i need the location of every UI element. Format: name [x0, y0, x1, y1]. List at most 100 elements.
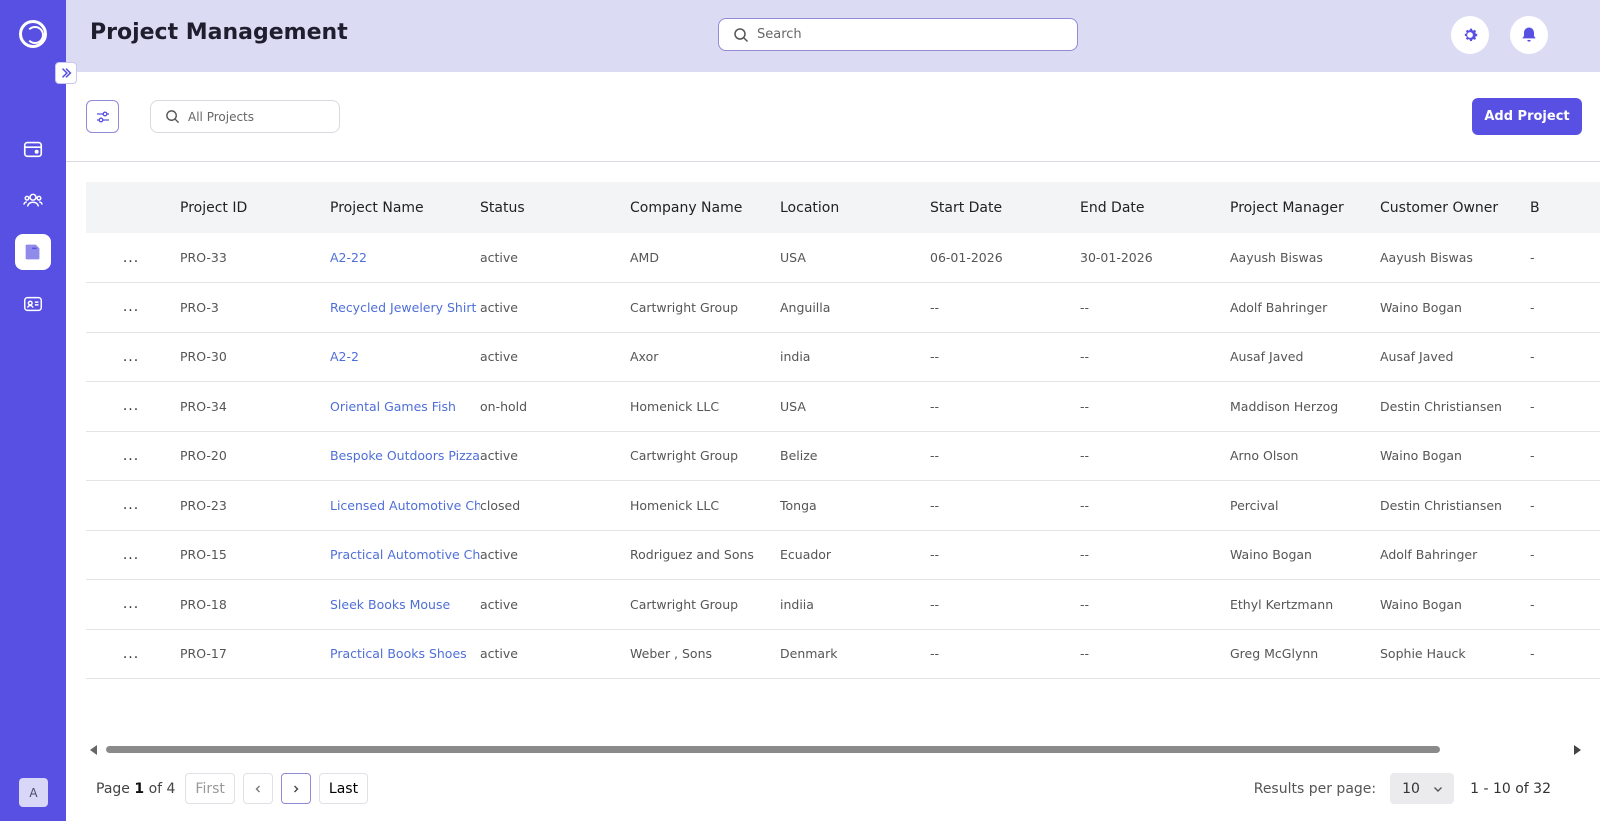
first-page-button[interactable]: First — [185, 773, 235, 804]
table-row: ... PRO-20 Bespoke Outdoors Pizza active Car… — [86, 431, 1600, 481]
projects-search[interactable] — [150, 100, 340, 133]
table-cell: -- — [1080, 480, 1230, 531]
filter-button[interactable] — [86, 100, 119, 133]
table-cell: PRO-3 — [180, 282, 330, 333]
column-header[interactable]: Status — [480, 182, 630, 233]
settings-button[interactable] — [1451, 16, 1489, 54]
user-avatar[interactable]: A — [19, 778, 48, 807]
table-cell: Belize — [780, 431, 930, 481]
column-header[interactable]: Company Name — [630, 182, 780, 233]
horizontal-scrollbar[interactable] — [86, 743, 1600, 757]
scroll-left-arrow-icon[interactable] — [90, 745, 97, 755]
more-actions-icon[interactable]: ... — [86, 448, 180, 464]
table-cell: -- — [930, 480, 1080, 531]
calendar-wallet-icon — [23, 141, 43, 158]
results-per-page-select[interactable]: 10 — [1390, 773, 1455, 804]
table-cell: Cartwright Group — [630, 431, 780, 481]
project-name-link[interactable]: Sleek Books Mouse — [330, 579, 480, 630]
more-actions-icon[interactable]: ... — [86, 250, 180, 266]
table-cell: Destin Christiansen — [1380, 381, 1530, 432]
more-actions-icon[interactable]: ... — [86, 547, 180, 563]
project-name-link[interactable]: Practical Books Shoes — [330, 629, 480, 679]
column-header[interactable]: Project ID — [180, 182, 330, 233]
sidebar-collapse-toggle[interactable] — [55, 62, 77, 84]
table-cell: PRO-25 — [180, 678, 330, 682]
table-cell: - — [1530, 431, 1600, 481]
table-cell: Tonga — [780, 480, 930, 531]
table-cell: Waino Bogan — [1380, 282, 1530, 333]
table-cell: -- — [930, 579, 1080, 630]
last-page-button[interactable]: Last — [318, 773, 369, 804]
table-cell: india — [780, 332, 930, 382]
row-actions-cell: ... — [86, 678, 180, 682]
project-name-link[interactable]: Bespoke Outdoors Pizza — [330, 431, 480, 481]
table-cell: PRO-20 — [180, 431, 330, 481]
project-name-link[interactable]: Oriental Games Fish — [330, 381, 480, 432]
column-header[interactable]: Project Name — [330, 182, 480, 233]
sidebar-item-projects[interactable] — [15, 234, 51, 270]
table-cell: -- — [1080, 381, 1230, 432]
table-cell: - — [1530, 678, 1600, 682]
project-name-link[interactable]: Oriental Electronics Pizza — [330, 678, 480, 682]
projects-search-input[interactable] — [188, 109, 338, 124]
table-cell: closed — [480, 480, 630, 531]
table-cell: - — [1530, 233, 1600, 283]
table-cell: -- — [930, 431, 1080, 481]
column-header[interactable]: Location — [780, 182, 930, 233]
sidebar-item-users[interactable] — [15, 182, 51, 218]
sliders-icon — [96, 111, 109, 122]
table-cell: - — [1530, 530, 1600, 580]
table-cell: 14-01-2026 — [930, 678, 1080, 682]
table-cell: -- — [1080, 579, 1230, 630]
table-cell: on-hold — [480, 678, 630, 682]
table-cell: active — [480, 530, 630, 580]
sidebar-item-calendar[interactable] — [15, 131, 51, 167]
project-name-link[interactable]: Licensed Automotive Cheese — [330, 480, 480, 531]
table-cell: 06-01-2026 — [930, 233, 1080, 283]
row-actions-cell: ... — [86, 629, 180, 679]
project-name-link[interactable]: A2-2 — [330, 332, 480, 382]
scroll-right-arrow-icon[interactable] — [1574, 745, 1581, 755]
table-cell: - — [1530, 282, 1600, 333]
project-name-link[interactable]: Recycled Jewelery Shirt — [330, 282, 480, 333]
table-cell: Homenick LLC — [630, 480, 780, 531]
more-actions-icon[interactable]: ... — [86, 349, 180, 365]
search-icon — [166, 110, 180, 124]
table-cell: -- — [1080, 530, 1230, 580]
table-cell: Homenick LLC — [630, 381, 780, 432]
table-cell: Spencer Murazik — [1380, 678, 1530, 682]
project-name-link[interactable]: A2-22 — [330, 233, 480, 283]
project-name-link[interactable]: Practical Automotive Chips — [330, 530, 480, 580]
row-actions-cell: ... — [86, 381, 180, 432]
table-row: ... PRO-33 A2-22 active AMD USA 06-01-2026 30-0… — [86, 233, 1600, 283]
more-actions-icon[interactable]: ... — [86, 596, 180, 612]
table-cell: indiia — [780, 579, 930, 630]
app-logo[interactable] — [19, 20, 47, 48]
prev-page-button[interactable] — [242, 773, 273, 804]
table-cell: Rodriguez and Sons — [630, 530, 780, 580]
table-cell: PRO-23 — [180, 480, 330, 531]
more-actions-icon[interactable]: ... — [86, 646, 180, 662]
more-actions-icon[interactable]: ... — [86, 497, 180, 513]
global-search[interactable] — [718, 18, 1078, 51]
scrollbar-thumb[interactable] — [106, 746, 1440, 753]
table-cell: Axor — [630, 332, 780, 382]
more-actions-icon[interactable]: ... — [86, 299, 180, 315]
column-header[interactable]: Start Date — [930, 182, 1080, 233]
table-cell: Ethyl Kertzmann — [1230, 579, 1380, 630]
table-header-row: Project ID Project Name Status Company N… — [86, 182, 1600, 233]
more-actions-icon[interactable]: ... — [86, 398, 180, 414]
gear-icon — [1464, 28, 1478, 41]
global-search-input[interactable] — [757, 27, 1057, 42]
column-header[interactable]: End Date — [1080, 182, 1230, 233]
column-header[interactable]: Customer Owner — [1380, 182, 1530, 233]
sidebar-item-contacts[interactable] — [15, 286, 51, 322]
search-icon — [734, 27, 749, 42]
add-project-button[interactable]: Add Project — [1472, 98, 1582, 135]
sidebar: A — [0, 0, 66, 821]
notifications-button[interactable] — [1510, 16, 1548, 54]
next-page-button[interactable] — [280, 773, 311, 804]
column-header[interactable]: B — [1530, 182, 1600, 233]
column-header[interactable]: Project Manager — [1230, 182, 1380, 233]
table-cell: Percival — [1230, 480, 1380, 531]
